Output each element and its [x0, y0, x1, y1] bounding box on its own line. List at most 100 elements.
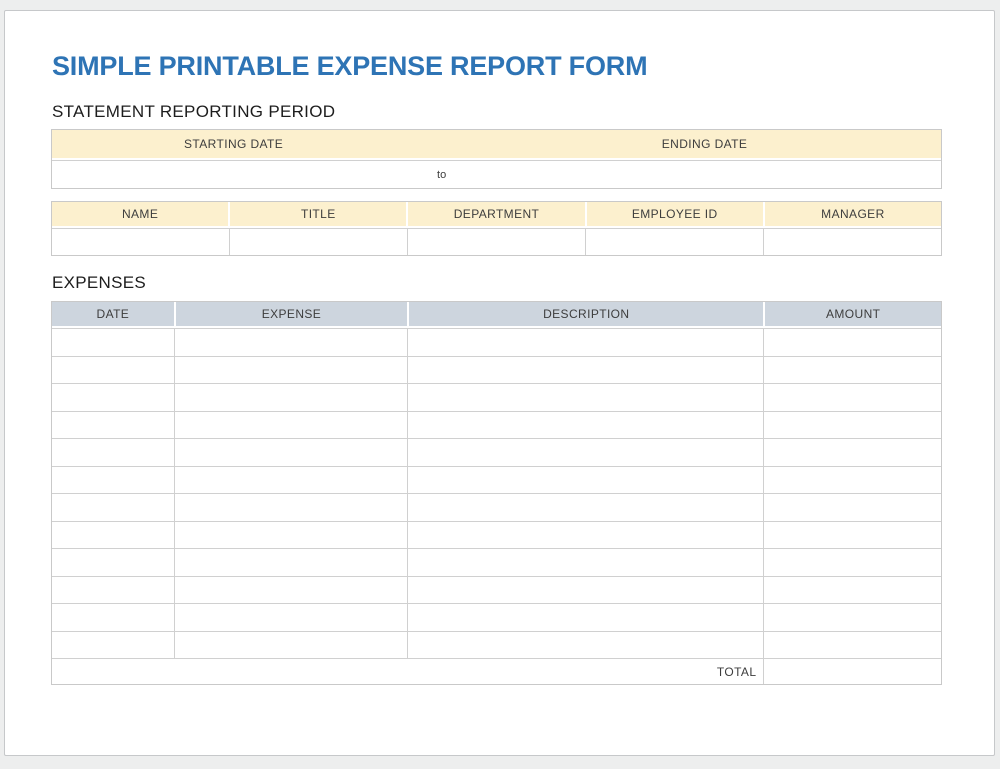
expense-type-cell[interactable]: [174, 632, 407, 659]
manager-label: MANAGER: [821, 207, 884, 221]
total-label: TOTAL: [717, 665, 757, 679]
section-title-expenses: EXPENSES: [52, 274, 146, 291]
expense-type-cell[interactable]: [174, 412, 407, 439]
ending-date-header: ENDING DATE: [468, 130, 941, 158]
expense-row: [52, 466, 941, 494]
expense-type-cell[interactable]: [174, 522, 407, 549]
date-column-label: DATE: [97, 307, 130, 321]
title-field[interactable]: [229, 229, 407, 255]
expense-date-cell[interactable]: [52, 632, 174, 659]
expense-amount-cell[interactable]: [763, 412, 941, 439]
employee-id-label: EMPLOYEE ID: [632, 207, 718, 221]
department-header: DEPARTMENT: [406, 202, 584, 226]
expense-row: [52, 548, 941, 576]
expenses-total-row: TOTAL: [52, 658, 941, 684]
title-label: TITLE: [301, 207, 336, 221]
employee-info-table: NAME TITLE DEPARTMENT EMPLOYEE ID MANAGE…: [51, 201, 942, 256]
expense-description-cell[interactable]: [407, 549, 763, 576]
expense-column-header: EXPENSE: [174, 302, 407, 326]
expense-amount-cell[interactable]: [763, 632, 941, 659]
section-title-reporting-period: STATEMENT REPORTING PERIOD: [52, 103, 335, 120]
expense-description-cell[interactable]: [407, 632, 763, 659]
expense-date-cell[interactable]: [52, 412, 174, 439]
expense-description-cell[interactable]: [407, 494, 763, 521]
expense-amount-cell[interactable]: [763, 604, 941, 631]
name-label: NAME: [122, 207, 158, 221]
expense-type-cell[interactable]: [174, 384, 407, 411]
expense-row: [52, 328, 941, 356]
expense-description-cell[interactable]: [407, 439, 763, 466]
description-column-label: DESCRIPTION: [543, 307, 629, 321]
expense-amount-cell[interactable]: [763, 439, 941, 466]
expense-amount-cell[interactable]: [763, 577, 941, 604]
expense-description-cell[interactable]: [407, 329, 763, 356]
expense-type-cell[interactable]: [174, 604, 407, 631]
expense-date-cell[interactable]: [52, 604, 174, 631]
expense-amount-cell[interactable]: [763, 329, 941, 356]
starting-date-field[interactable]: [52, 161, 415, 188]
expense-type-cell[interactable]: [174, 467, 407, 494]
expense-amount-cell[interactable]: [763, 467, 941, 494]
expense-description-cell[interactable]: [407, 522, 763, 549]
expense-date-cell[interactable]: [52, 329, 174, 356]
expense-description-cell[interactable]: [407, 412, 763, 439]
expense-type-cell[interactable]: [174, 439, 407, 466]
expense-date-cell[interactable]: [52, 357, 174, 384]
total-amount-field[interactable]: [763, 659, 941, 684]
expense-date-cell[interactable]: [52, 522, 174, 549]
expense-date-cell[interactable]: [52, 467, 174, 494]
expense-row: [52, 438, 941, 466]
date-separator-header: [415, 130, 468, 158]
department-label: DEPARTMENT: [454, 207, 540, 221]
expense-type-cell[interactable]: [174, 494, 407, 521]
employee-info-value-row: [52, 228, 941, 255]
reporting-period-table: STARTING DATE ENDING DATE to: [51, 129, 942, 189]
title-header: TITLE: [228, 202, 406, 226]
expense-type-cell[interactable]: [174, 329, 407, 356]
expense-row: [52, 493, 941, 521]
expense-amount-cell[interactable]: [763, 549, 941, 576]
expense-date-cell[interactable]: [52, 494, 174, 521]
ending-date-field[interactable]: [468, 161, 941, 188]
expense-type-cell[interactable]: [174, 577, 407, 604]
expense-row: [52, 356, 941, 384]
expense-type-cell[interactable]: [174, 549, 407, 576]
name-header: NAME: [52, 202, 228, 226]
manager-header: MANAGER: [763, 202, 941, 226]
expense-date-cell[interactable]: [52, 439, 174, 466]
amount-column-label: AMOUNT: [826, 307, 880, 321]
document-page: SIMPLE PRINTABLE EXPENSE REPORT FORM STA…: [4, 10, 995, 756]
reporting-period-header-row: STARTING DATE ENDING DATE: [52, 130, 941, 160]
expense-date-cell[interactable]: [52, 384, 174, 411]
expense-date-cell[interactable]: [52, 577, 174, 604]
description-column-header: DESCRIPTION: [407, 302, 763, 326]
expense-amount-cell[interactable]: [763, 357, 941, 384]
expense-description-cell[interactable]: [407, 467, 763, 494]
expense-description-cell[interactable]: [407, 604, 763, 631]
expense-date-cell[interactable]: [52, 549, 174, 576]
reporting-period-value-row: to: [52, 160, 941, 188]
starting-date-header: STARTING DATE: [52, 130, 415, 158]
expense-row: [52, 521, 941, 549]
expense-amount-cell[interactable]: [763, 384, 941, 411]
to-separator: to: [415, 161, 468, 188]
expense-row: [52, 631, 941, 659]
name-field[interactable]: [52, 229, 229, 255]
starting-date-label: STARTING DATE: [184, 137, 283, 151]
expense-row: [52, 603, 941, 631]
manager-field[interactable]: [763, 229, 941, 255]
expense-amount-cell[interactable]: [763, 522, 941, 549]
expense-description-cell[interactable]: [407, 384, 763, 411]
employee-id-field[interactable]: [585, 229, 763, 255]
expense-column-label: EXPENSE: [262, 307, 322, 321]
expense-type-cell[interactable]: [174, 357, 407, 384]
department-field[interactable]: [407, 229, 585, 255]
ending-date-label: ENDING DATE: [662, 137, 748, 151]
expense-row: [52, 411, 941, 439]
employee-id-header: EMPLOYEE ID: [585, 202, 763, 226]
expense-amount-cell[interactable]: [763, 494, 941, 521]
expense-row: [52, 383, 941, 411]
expense-description-cell[interactable]: [407, 577, 763, 604]
expense-description-cell[interactable]: [407, 357, 763, 384]
expenses-table: DATE EXPENSE DESCRIPTION AMOUNT: [51, 301, 942, 685]
